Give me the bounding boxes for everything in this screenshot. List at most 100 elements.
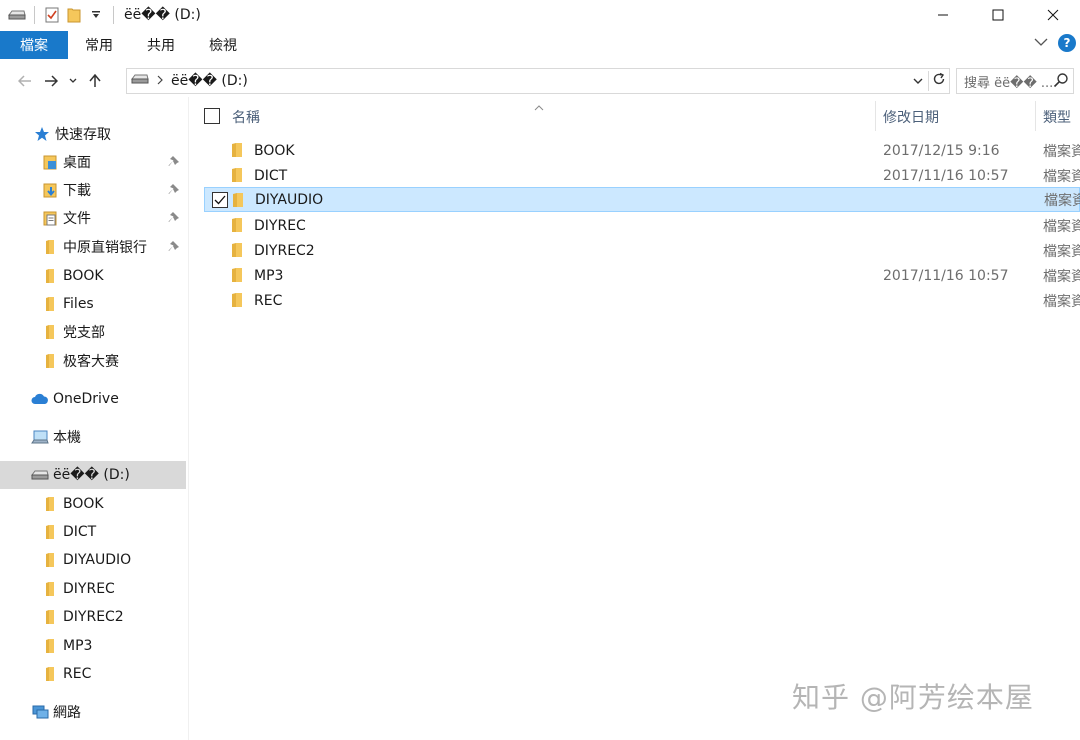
properties-icon[interactable] bbox=[41, 0, 63, 30]
file-type: 檔案資料夾 bbox=[1043, 243, 1080, 260]
file-name: REC bbox=[254, 292, 283, 309]
table-row[interactable]: MP3 2017/11/16 10:57 檔案資料夾 bbox=[204, 263, 1080, 288]
new-folder-icon[interactable] bbox=[63, 0, 85, 30]
nav-drive-folder-dict[interactable]: DICT bbox=[0, 518, 186, 546]
recent-locations-chevron-icon[interactable] bbox=[64, 66, 82, 96]
folder-icon bbox=[40, 522, 60, 542]
column-type[interactable]: 類型 bbox=[1043, 107, 1071, 127]
table-row[interactable]: REC 檔案資料夾 bbox=[204, 288, 1080, 313]
folder-icon bbox=[231, 142, 243, 162]
folder-icon bbox=[231, 167, 243, 187]
tab-home[interactable]: 常用 bbox=[68, 31, 130, 59]
folder-icon bbox=[231, 242, 243, 262]
folder-icon bbox=[40, 579, 60, 599]
file-name: BOOK bbox=[254, 142, 295, 159]
nav-pinned-folder[interactable]: 中原直销银行 bbox=[0, 233, 186, 261]
folder-icon bbox=[232, 192, 244, 212]
expand-ribbon-icon[interactable] bbox=[1034, 35, 1048, 51]
pin-icon[interactable] bbox=[168, 155, 180, 171]
table-row[interactable]: DICT 2017/11/16 10:57 檔案資料夾 bbox=[204, 163, 1080, 188]
select-all-checkbox[interactable] bbox=[204, 108, 220, 124]
navigation-pane: 快速存取 桌面 下載 文件 中原直销银行 BOOK Files 党支部 极客大赛… bbox=[0, 97, 188, 740]
nav-downloads[interactable]: 下載 bbox=[0, 176, 186, 204]
nav-onedrive[interactable]: OneDrive bbox=[0, 385, 186, 413]
documents-folder-icon bbox=[40, 208, 60, 228]
file-date: 2017/12/15 9:16 bbox=[883, 142, 1000, 159]
drive-icon bbox=[30, 465, 50, 485]
pin-icon[interactable] bbox=[168, 240, 180, 256]
folder-icon bbox=[40, 266, 60, 286]
refresh-icon[interactable] bbox=[929, 72, 949, 90]
nav-documents[interactable]: 文件 bbox=[0, 204, 186, 232]
table-row[interactable]: DIYREC 檔案資料夾 bbox=[204, 213, 1080, 238]
close-button[interactable] bbox=[1025, 0, 1080, 30]
breadcrumb[interactable]: ëë�� (D:) bbox=[171, 73, 248, 89]
nav-drive-folder-book[interactable]: BOOK bbox=[0, 490, 186, 518]
folder-icon bbox=[40, 494, 60, 514]
folder-icon bbox=[40, 607, 60, 627]
folder-icon bbox=[40, 322, 60, 342]
file-name: DIYAUDIO bbox=[255, 191, 324, 208]
nav-drive-folder-rec[interactable]: REC bbox=[0, 660, 186, 688]
title-bar: ëë�� (D:) bbox=[0, 0, 1080, 30]
drive-icon bbox=[131, 73, 149, 89]
address-history-chevron-icon[interactable] bbox=[908, 73, 928, 89]
table-row[interactable]: BOOK 2017/12/15 9:16 檔案資料夾 bbox=[204, 138, 1080, 163]
nav-drive-d[interactable]: ëë�� (D:) bbox=[0, 461, 186, 489]
search-placeholder: 搜尋 ëë�� ... bbox=[964, 75, 1054, 91]
help-icon[interactable]: ? bbox=[1058, 34, 1076, 52]
file-type: 檔案資料夾 bbox=[1043, 218, 1080, 235]
nav-folder-book[interactable]: BOOK bbox=[0, 262, 186, 290]
quick-access-toolbar bbox=[0, 0, 120, 30]
computer-icon bbox=[30, 427, 50, 447]
search-input[interactable]: 搜尋 ëë�� ... bbox=[956, 68, 1074, 94]
nav-drive-folder-diyaudio[interactable]: DIYAUDIO bbox=[0, 546, 186, 574]
pin-icon[interactable] bbox=[168, 183, 180, 199]
table-row[interactable]: DIYREC2 檔案資料夾 bbox=[204, 238, 1080, 263]
search-icon[interactable] bbox=[1053, 72, 1069, 92]
nav-folder-party[interactable]: 党支部 bbox=[0, 318, 186, 346]
sort-ascending-icon bbox=[534, 99, 544, 115]
file-type: 檔案資料夾 bbox=[1043, 168, 1080, 185]
folder-icon bbox=[231, 217, 243, 237]
back-button[interactable] bbox=[12, 66, 38, 96]
nav-drive-folder-mp3[interactable]: MP3 bbox=[0, 632, 186, 660]
star-icon bbox=[32, 124, 52, 144]
nav-network[interactable]: 網路 bbox=[0, 698, 186, 726]
tab-share[interactable]: 共用 bbox=[130, 31, 192, 59]
nav-folder-files[interactable]: Files bbox=[0, 290, 186, 318]
pin-icon[interactable] bbox=[168, 211, 180, 227]
file-date: 2017/11/16 10:57 bbox=[883, 267, 1009, 284]
file-name: DICT bbox=[254, 167, 288, 184]
breadcrumb-chevron-icon[interactable] bbox=[157, 73, 163, 89]
folder-icon bbox=[231, 292, 243, 312]
network-icon bbox=[30, 702, 50, 722]
file-name: MP3 bbox=[254, 267, 284, 284]
customize-toolbar-icon[interactable] bbox=[85, 0, 107, 30]
forward-button[interactable] bbox=[38, 66, 64, 96]
tab-view[interactable]: 檢視 bbox=[192, 31, 254, 59]
row-checkbox[interactable] bbox=[212, 192, 228, 208]
minimize-button[interactable] bbox=[915, 0, 970, 30]
nav-drive-folder-diyrec2[interactable]: DIYREC2 bbox=[0, 603, 186, 631]
pane-splitter[interactable] bbox=[188, 97, 189, 740]
address-row: ëë�� (D:) 搜尋 ëë�� ... bbox=[0, 64, 1080, 97]
folder-icon bbox=[40, 237, 60, 257]
folder-icon bbox=[231, 267, 243, 287]
nav-this-pc[interactable]: 本機 bbox=[0, 423, 186, 451]
file-type: 檔案資料夾 bbox=[1043, 143, 1080, 160]
file-name: DIYREC bbox=[254, 217, 306, 234]
column-date[interactable]: 修改日期 bbox=[883, 107, 939, 127]
drive-icon[interactable] bbox=[6, 0, 28, 30]
nav-folder-contest[interactable]: 极客大赛 bbox=[0, 347, 186, 375]
nav-desktop[interactable]: 桌面 bbox=[0, 148, 186, 176]
column-name[interactable]: 名稱 bbox=[232, 107, 260, 127]
up-button[interactable] bbox=[82, 66, 108, 96]
tab-file[interactable]: 檔案 bbox=[0, 31, 68, 59]
file-list: 名稱 修改日期 類型 BOOK 2017/12/15 9:16 檔案資料夾 DI… bbox=[190, 97, 1080, 740]
address-bar[interactable]: ëë�� (D:) bbox=[126, 68, 950, 94]
table-row-selected[interactable]: DIYAUDIO 檔案資料夾 bbox=[204, 187, 1080, 212]
nav-quick-access[interactable]: 快速存取 bbox=[0, 120, 186, 148]
maximize-button[interactable] bbox=[970, 0, 1025, 30]
nav-drive-folder-diyrec[interactable]: DIYREC bbox=[0, 575, 186, 603]
